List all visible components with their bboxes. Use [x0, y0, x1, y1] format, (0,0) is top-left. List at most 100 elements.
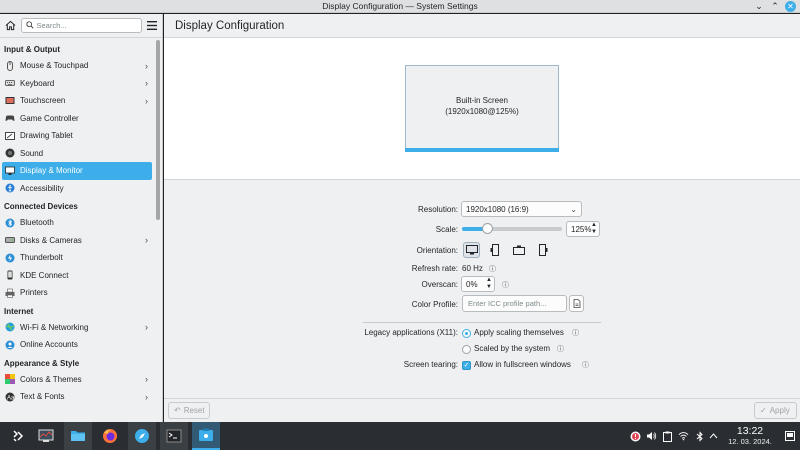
taskbar-item-firefox[interactable] — [96, 422, 124, 450]
legacy-option-1-label[interactable]: Apply scaling themselves — [474, 328, 564, 337]
fonts-icon: Aa — [5, 392, 15, 402]
sidebar-list: Input & Output Mouse & Touchpad › Keyboa… — [0, 40, 154, 406]
sidebar-item-bluetooth[interactable]: Bluetooth — [0, 214, 154, 232]
apply-button[interactable]: ✓ Apply — [754, 402, 797, 419]
info-icon[interactable]: ⓘ — [582, 360, 589, 370]
taskbar-item-system-settings[interactable] — [192, 422, 220, 450]
sidebar: Input & Output Mouse & Touchpad › Keyboa… — [0, 14, 163, 422]
scale-spinbox[interactable]: 125% ▲ ▼ — [566, 221, 600, 237]
allow-tearing-checkbox[interactable]: ✓ — [462, 361, 471, 370]
taskbar-item-terminal[interactable] — [160, 422, 188, 450]
svg-text:Aa: Aa — [7, 395, 15, 401]
info-icon[interactable]: ⓘ — [557, 344, 564, 354]
info-icon[interactable]: ⓘ — [489, 264, 496, 274]
taskbar-item-file-manager[interactable] — [64, 422, 92, 450]
sidebar-item-kde-connect[interactable]: KDE Connect — [0, 267, 154, 285]
hamburger-menu-icon[interactable] — [146, 19, 159, 33]
browse-file-button[interactable] — [569, 295, 584, 312]
app-launcher-button[interactable] — [4, 422, 32, 450]
chevron-right-icon: › — [145, 374, 148, 385]
sidebar-item-label: Thunderbolt — [20, 253, 63, 263]
legacy-scaled-by-system-radio[interactable] — [462, 345, 471, 354]
clipboard-icon[interactable] — [662, 430, 673, 442]
orientation-label: Orientation: — [416, 246, 458, 255]
reset-button[interactable]: ↶ Reset — [168, 402, 210, 419]
builtin-screen-tile[interactable]: Built-in Screen (1920x1080@125%) — [405, 65, 559, 152]
orientation-landscape-button[interactable] — [463, 242, 480, 258]
sidebar-item-display-monitor[interactable]: Display & Monitor — [2, 162, 152, 180]
sidebar-item-mouse-touchpad[interactable]: Mouse & Touchpad › — [0, 57, 154, 75]
sidebar-item-touchscreen[interactable]: Touchscreen › — [0, 92, 154, 110]
updates-icon[interactable] — [630, 430, 641, 442]
sidebar-item-disks-cameras[interactable]: Disks & Cameras › — [0, 232, 154, 250]
info-icon[interactable]: ⓘ — [502, 280, 509, 290]
color-profile-field[interactable] — [462, 295, 567, 312]
chevron-right-icon: › — [145, 95, 148, 106]
tray-expand-icon[interactable] — [708, 430, 719, 442]
home-icon[interactable] — [4, 19, 17, 33]
sidebar-item-online-accounts[interactable]: Online Accounts — [0, 336, 154, 354]
show-desktop-icon[interactable] — [784, 430, 795, 442]
section-title: Internet — [4, 306, 34, 316]
screen-selected-bar — [405, 148, 559, 152]
scale-slider[interactable] — [462, 223, 562, 234]
spin-arrows-icon[interactable]: ▲ ▼ — [591, 222, 597, 236]
footer: ↶ Reset ✓ Apply — [164, 398, 800, 422]
volume-icon[interactable] — [646, 430, 657, 442]
info-icon[interactable]: ⓘ — [572, 328, 579, 338]
bluetooth-tray-icon[interactable] — [694, 430, 705, 442]
sidebar-item-label: Colors & Themes — [20, 374, 82, 384]
chevron-right-icon: › — [145, 78, 148, 89]
sidebar-item-sound[interactable]: Sound — [0, 145, 154, 163]
spin-arrows-icon[interactable]: ▲ ▼ — [486, 277, 492, 291]
bluetooth-icon — [5, 218, 15, 228]
sidebar-item-accessibility[interactable]: Accessibility — [0, 180, 154, 198]
scale-label: Scale: — [435, 225, 458, 234]
scale-slider-handle[interactable] — [482, 223, 493, 234]
network-icon — [5, 322, 15, 332]
system-settings-icon — [199, 428, 213, 441]
legacy-option-2-label[interactable]: Scaled by the system — [474, 344, 550, 353]
search-input[interactable] — [36, 21, 137, 30]
overscan-spinbox[interactable]: 0% ▲ ▼ — [461, 276, 495, 292]
sidebar-item-thunderbolt[interactable]: Thunderbolt — [0, 249, 154, 267]
undo-icon: ↶ — [174, 406, 181, 415]
close-icon[interactable]: ✕ — [785, 1, 796, 12]
sidebar-scrollbar[interactable] — [156, 40, 160, 220]
page-title: Display Configuration — [164, 14, 800, 38]
search-field[interactable] — [20, 18, 142, 33]
chevron-right-icon: › — [145, 322, 148, 333]
orientation-portrait-right-button[interactable] — [534, 242, 551, 258]
sidebar-item-label: Text & Fonts — [20, 392, 65, 402]
sidebar-item-label: Display & Monitor — [20, 166, 83, 176]
scale-value: 125% — [571, 224, 592, 234]
orientation-portrait-left-button[interactable] — [486, 242, 503, 258]
sidebar-item-drawing-tablet[interactable]: Drawing Tablet — [0, 127, 154, 145]
sidebar-item-colors-themes[interactable]: Colors & Themes › — [0, 371, 154, 389]
resolution-combo[interactable]: 1920x1080 (16:9) ⌄ — [461, 201, 582, 217]
taskbar-item-discover[interactable] — [128, 422, 156, 450]
sidebar-item-wifi-networking[interactable]: Wi-Fi & Networking › — [0, 319, 154, 337]
sidebar-item-label: Disks & Cameras — [20, 235, 82, 245]
firefox-icon — [103, 429, 117, 443]
taskbar-item-system-monitor[interactable] — [32, 422, 60, 450]
apply-label: Apply — [769, 406, 790, 415]
reset-label: Reset — [183, 406, 205, 415]
maximize-icon[interactable]: ⌃ — [769, 0, 781, 12]
sidebar-item-game-controller[interactable]: Game Controller — [0, 110, 154, 128]
minimize-icon[interactable]: ⌄ — [753, 0, 765, 12]
clock[interactable]: 13:22 12. 03. 2024. — [722, 425, 778, 446]
sidebar-item-printers[interactable]: Printers — [0, 284, 154, 302]
legacy-apply-scaling-radio[interactable] — [462, 329, 471, 338]
window-title: Display Configuration — System Settings — [322, 1, 478, 11]
speaker-icon — [5, 148, 15, 158]
mouse-icon — [5, 60, 15, 71]
screen-tearing-label: Screen tearing: — [403, 360, 458, 369]
allow-tearing-label[interactable]: Allow in fullscreen windows — [474, 360, 571, 369]
sidebar-item-keyboard[interactable]: Keyboard › — [0, 75, 154, 93]
checkmark-icon: ✓ — [760, 406, 767, 415]
color-profile-input[interactable] — [463, 296, 566, 311]
wifi-icon[interactable] — [678, 430, 689, 442]
sidebar-item-text-fonts[interactable]: Aa Text & Fonts › — [0, 388, 154, 406]
orientation-flipped-button[interactable] — [510, 242, 527, 258]
